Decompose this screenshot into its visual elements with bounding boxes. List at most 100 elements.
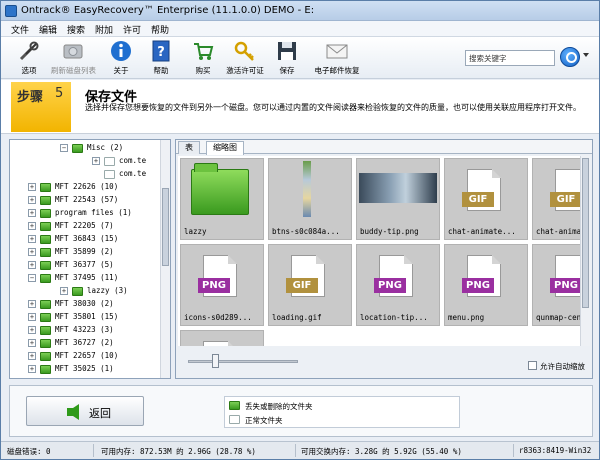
thumbnail-item[interactable]: PNG icons-s0d289... [180, 244, 264, 326]
back-button[interactable]: 返回 [26, 396, 144, 426]
menu-search[interactable]: 搜索 [67, 23, 85, 36]
help-button[interactable]: ? 帮助 [139, 40, 183, 78]
buy-button[interactable]: 购买 [181, 40, 225, 78]
step-indicator: 步骤 5 [11, 82, 71, 132]
thumbnail-item[interactable]: GIF chat-animate... [532, 158, 580, 240]
toolbar: 选项 刷新磁盘列表 关于 ? 帮助 购买 激活许可证 保存 电子邮件恢复 搜索关… [1, 37, 599, 79]
thumbnail-caption: chat-animate... [536, 227, 580, 236]
app-window: Ontrack® EasyRecovery™ Enterprise (11.1.… [0, 0, 600, 460]
expand-icon[interactable]: + [28, 222, 36, 230]
status-separator [93, 444, 94, 457]
help-book-icon: ? [150, 40, 172, 62]
view-tabs: 表 缩略图 [176, 140, 592, 155]
expand-icon[interactable]: + [28, 183, 36, 191]
expand-icon[interactable]: + [28, 339, 36, 347]
expand-icon[interactable]: + [28, 261, 36, 269]
thumbnail-item[interactable]: GIF chat-animate... [444, 158, 528, 240]
expand-icon[interactable]: + [28, 196, 36, 204]
menu-extras[interactable]: 附加 [95, 23, 113, 36]
chevron-down-icon[interactable] [583, 53, 589, 57]
options-label: 选项 [21, 66, 37, 75]
back-label: 返回 [89, 407, 111, 420]
thumbnail-caption: lazzy [184, 227, 207, 236]
refresh-disks-button[interactable]: 刷新磁盘列表 [51, 40, 96, 78]
options-button[interactable]: 选项 [7, 40, 51, 78]
expand-icon[interactable]: + [28, 300, 36, 308]
wrench-icon [18, 40, 40, 62]
folder-icon [40, 352, 51, 361]
thumbnail-item[interactable]: lazzy [180, 158, 264, 240]
thumbnail-item[interactable]: GIF loading.gif [268, 244, 352, 326]
status-swap: 可用交换内存: 3.28G 的 5.92G (55.40 %) [301, 447, 462, 456]
tree-item-label: MFT 38030 (2) [55, 299, 114, 308]
window-title: Ontrack® EasyRecovery™ Enterprise (11.1.… [21, 5, 315, 16]
thumbnail-item[interactable]: PNG menu.png [444, 244, 528, 326]
image-preview [359, 173, 437, 203]
tree-item-label: MFT 35025 (1) [55, 364, 114, 373]
menu-bar: 文件 编辑 搜索 附加 许可 帮助 [1, 21, 599, 37]
step-description: 选择并保存您想要恢复的文件到另外一个磁盘。您可以通过内置的文件阅读器来检验恢复的… [85, 103, 581, 112]
envelope-icon [326, 40, 348, 62]
grid-scrollbar[interactable] [580, 156, 590, 346]
expand-icon[interactable]: + [60, 287, 68, 295]
thumbnail-item[interactable]: PNG location-tip... [356, 244, 440, 326]
step-label: 步骤 [17, 90, 44, 105]
expand-icon[interactable]: + [28, 326, 36, 334]
disk-icon [62, 40, 84, 62]
thumbnail-caption: buddy-tip.png [360, 227, 419, 236]
expand-icon[interactable]: + [28, 248, 36, 256]
email-recovery-button[interactable]: 电子邮件恢复 [311, 40, 363, 78]
expand-icon[interactable]: + [92, 157, 100, 165]
image-preview [303, 161, 311, 217]
step-number: 5 [55, 86, 64, 101]
expand-icon[interactable]: + [28, 235, 36, 243]
menu-edit[interactable]: 编辑 [39, 23, 57, 36]
folder-icon [40, 235, 51, 244]
activate-license-button[interactable]: 激活许可证 [223, 40, 267, 78]
menu-help[interactable]: 帮助 [151, 23, 169, 36]
search-icon[interactable] [560, 47, 580, 67]
thumbnail-item[interactable]: buddy-tip.png [356, 158, 440, 240]
tree-scroll-thumb[interactable] [162, 188, 169, 266]
file-view: 表 缩略图 lazzy btns-s0c084a... buddy-tip.png G… [175, 139, 593, 379]
search-input[interactable]: 搜索关键字 [465, 50, 555, 66]
expand-icon[interactable]: + [28, 209, 36, 217]
menu-license[interactable]: 许可 [123, 23, 141, 36]
thumbnail-item[interactable]: PNG qunmap-cent... [532, 244, 580, 326]
grid-scroll-thumb[interactable] [582, 158, 589, 308]
info-icon [110, 40, 132, 62]
zoom-bar: 允许自动缩放 [176, 348, 592, 378]
zoom-slider-track[interactable] [188, 360, 298, 363]
tree-item-label: com.te [119, 169, 147, 178]
save-button[interactable]: 保存 [265, 40, 309, 78]
folder-icon [40, 261, 51, 270]
tree-scrollbar[interactable] [160, 140, 170, 378]
thumbnail-caption: loading.gif [272, 313, 322, 322]
autozoom-checkbox[interactable] [528, 361, 537, 370]
thumbnail-caption: chat-animate... [448, 227, 516, 236]
expand-icon[interactable]: + [28, 313, 36, 321]
collapse-icon[interactable]: − [60, 144, 68, 152]
folder-icon [40, 300, 51, 309]
thumbnail-item[interactable] [180, 330, 264, 346]
tree-item-label: MFT 36843 (15) [55, 234, 119, 243]
zoom-slider-handle[interactable] [212, 354, 219, 368]
tab-thumbnails[interactable]: 缩略图 [206, 141, 244, 155]
folder-legend: 丢失或删除的文件夹 正常文件夹 [224, 396, 460, 428]
about-button[interactable]: 关于 [99, 40, 143, 78]
menu-file[interactable]: 文件 [11, 23, 29, 36]
folder-tree[interactable]: − Misc (2) + com.te com.te + MFT 22626 (10) + MF… [9, 139, 171, 379]
expand-icon[interactable]: + [28, 365, 36, 373]
thumbnail-caption: menu.png [448, 313, 485, 322]
thumbnail-item[interactable]: btns-s0c084a... [268, 158, 352, 240]
tab-table[interactable]: 表 [178, 141, 200, 154]
email-label: 电子邮件恢复 [314, 66, 360, 75]
title-bar: Ontrack® EasyRecovery™ Enterprise (11.1.… [1, 1, 599, 21]
thumbnail-caption: icons-s0d289... [184, 313, 252, 322]
collapse-icon[interactable]: − [28, 274, 36, 282]
expand-icon[interactable]: + [28, 352, 36, 360]
png-badge: PNG [374, 278, 406, 293]
folder-icon [40, 183, 51, 192]
thumbnail-caption: btns-s0c084a... [272, 227, 340, 236]
tree-item-label: Misc (2) [87, 143, 124, 152]
